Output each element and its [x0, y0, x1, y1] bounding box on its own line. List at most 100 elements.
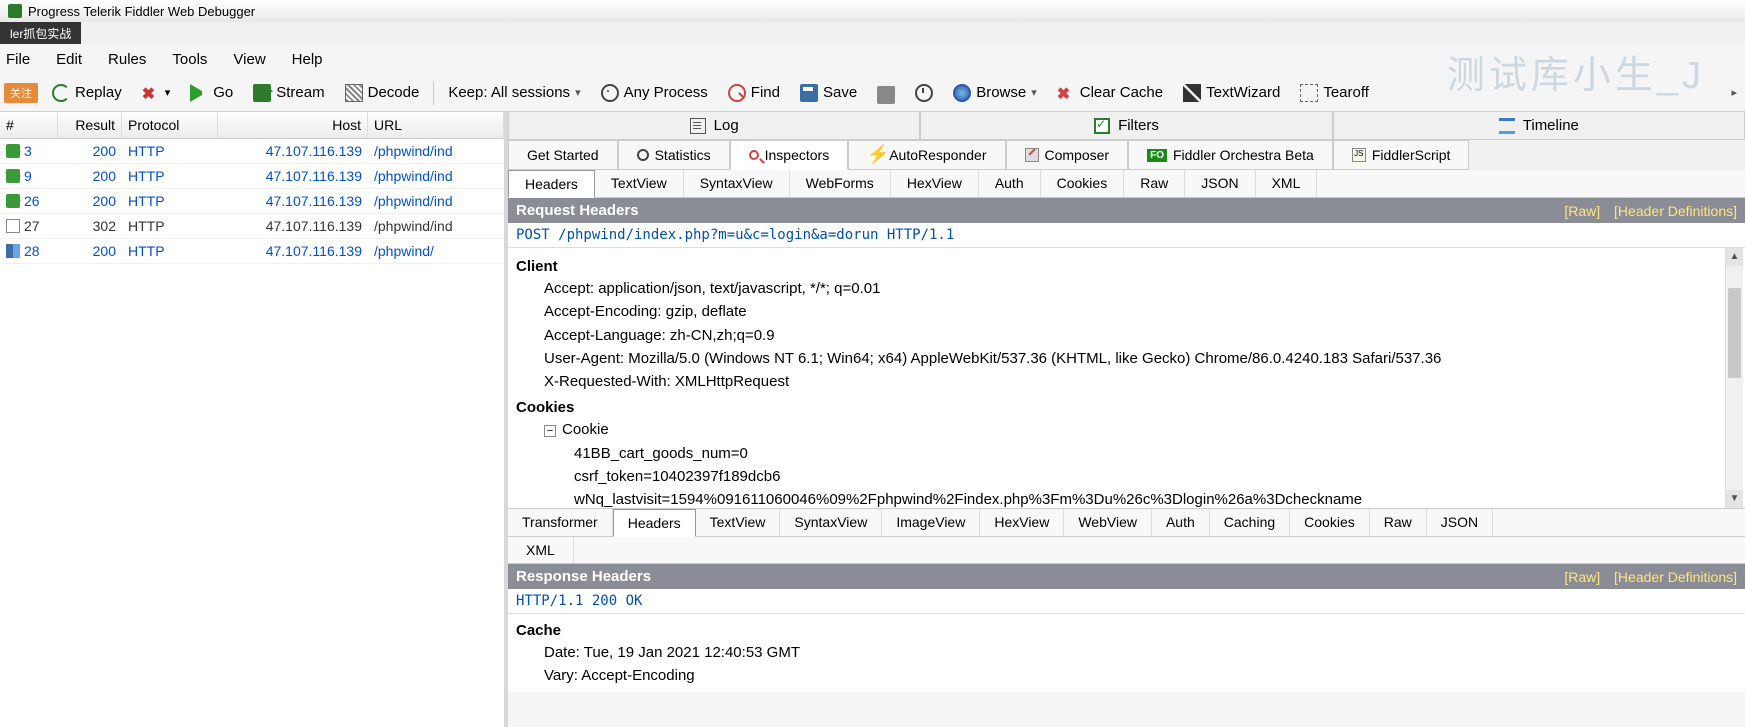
response-status-line: HTTP/1.1 200 OK [508, 589, 1745, 614]
req-tab-textview[interactable]: TextView [595, 170, 684, 197]
toolbar-overflow[interactable]: ▸ [1731, 86, 1737, 99]
raw-link[interactable]: [Raw] [1564, 203, 1600, 219]
tab-inspectors[interactable]: Inspectors [730, 140, 849, 170]
resp-tab-auth[interactable]: Auth [1152, 509, 1210, 536]
req-tab-cookies[interactable]: Cookies [1041, 170, 1125, 197]
decode-button[interactable]: Decode [339, 81, 426, 105]
response-headers-body[interactable]: Cache Date: Tue, 19 Jan 2021 12:40:53 GM… [508, 614, 1745, 692]
resp-header-line[interactable]: Vary: Accept-Encoding [516, 664, 1737, 687]
scroll-thumb[interactable] [1728, 288, 1741, 378]
stream-button[interactable]: Stream [247, 81, 330, 105]
tab-autoresponder[interactable]: ⚡AutoResponder [848, 140, 1005, 170]
cookie-node[interactable]: −Cookie [516, 418, 1737, 441]
resp-raw-link[interactable]: [Raw] [1564, 569, 1600, 585]
cookie-line[interactable]: 41BB_cart_goods_num=0 [516, 442, 1737, 465]
tab-log[interactable]: Log [508, 112, 920, 140]
col-url[interactable]: URL [368, 112, 504, 138]
resp-tab-xml[interactable]: XML [508, 537, 574, 563]
req-tab-json[interactable]: JSON [1185, 170, 1255, 197]
resp-tab-hexview[interactable]: HexView [980, 509, 1064, 536]
watermark-tab: ler抓包实战 [0, 22, 81, 44]
req-tab-raw[interactable]: Raw [1124, 170, 1185, 197]
replay-button[interactable]: Replay [46, 81, 128, 105]
attention-pill[interactable]: 关注 [4, 83, 38, 103]
menu-rules[interactable]: Rules [108, 51, 146, 68]
menu-tools[interactable]: Tools [172, 51, 207, 68]
textwizard-button[interactable]: TextWizard [1177, 81, 1286, 105]
session-row[interactable]: 26200HTTP47.107.116.139/phpwind/ind [0, 189, 504, 214]
menu-view[interactable]: View [233, 51, 265, 68]
decode-icon [345, 84, 363, 102]
mid-tabs: Get Started Statistics Inspectors ⚡AutoR… [508, 140, 1745, 170]
col-result[interactable]: Result [58, 112, 122, 138]
cookie-line[interactable]: csrf_token=10402397f189dcb6 [516, 465, 1737, 488]
tearoff-button[interactable]: Tearoff [1294, 81, 1375, 105]
composer-icon [1025, 148, 1039, 162]
session-row[interactable]: 27302HTTP47.107.116.139/phpwind/ind [0, 214, 504, 239]
req-tab-hexview[interactable]: HexView [891, 170, 979, 197]
tab-get-started[interactable]: Get Started [508, 140, 618, 170]
header-line[interactable]: X-Requested-With: XMLHttpRequest [516, 370, 1737, 393]
log-icon [690, 118, 706, 134]
camera-button[interactable] [871, 81, 901, 105]
session-row[interactable]: 3200HTTP47.107.116.139/phpwind/ind [0, 139, 504, 164]
resp-tab-raw[interactable]: Raw [1370, 509, 1427, 536]
response-tabs-row2: XML [508, 537, 1745, 564]
col-protocol[interactable]: Protocol [122, 112, 218, 138]
header-line[interactable]: Accept-Encoding: gzip, deflate [516, 300, 1737, 323]
menu-file[interactable]: File [6, 51, 30, 68]
tab-composer[interactable]: Composer [1006, 140, 1129, 170]
header-line[interactable]: User-Agent: Mozilla/5.0 (Windows NT 6.1;… [516, 347, 1737, 370]
header-line[interactable]: Accept: application/json, text/javascrip… [516, 277, 1737, 300]
app-icon [8, 4, 22, 18]
clear-cache-button[interactable]: ✖Clear Cache [1051, 81, 1169, 105]
tab-filters[interactable]: Filters [920, 112, 1332, 140]
resp-tab-webview[interactable]: WebView [1064, 509, 1152, 536]
browse-button[interactable]: Browse [947, 81, 1043, 105]
req-tab-xml[interactable]: XML [1256, 170, 1318, 197]
session-type-icon [6, 244, 20, 258]
header-line[interactable]: Accept-Language: zh-CN,zh;q=0.9 [516, 324, 1737, 347]
resp-header-defs-link[interactable]: [Header Definitions] [1614, 569, 1737, 585]
req-tab-headers[interactable]: Headers [508, 170, 595, 198]
req-tab-webforms[interactable]: WebForms [790, 170, 891, 197]
menu-edit[interactable]: Edit [56, 51, 82, 68]
header-defs-link[interactable]: [Header Definitions] [1614, 203, 1737, 219]
menu-help[interactable]: Help [292, 51, 323, 68]
any-process-button[interactable]: Any Process [595, 81, 714, 105]
find-button[interactable]: Find [722, 81, 786, 105]
grid-body[interactable]: 3200HTTP47.107.116.139/phpwind/ind9200HT… [0, 139, 504, 727]
keep-dropdown[interactable]: Keep: All sessions [442, 81, 586, 104]
cookie-line[interactable]: wNq_lastvisit=1594%091611060046%09%2Fphp… [516, 488, 1737, 508]
resp-tab-textview[interactable]: TextView [696, 509, 781, 536]
timer-button[interactable] [909, 81, 939, 105]
req-tab-syntaxview[interactable]: SyntaxView [684, 170, 790, 197]
scroll-up-icon[interactable]: ▲ [1726, 248, 1743, 266]
tab-fiddler-orchestra[interactable]: FOFiddler Orchestra Beta [1128, 140, 1333, 170]
remove-button[interactable]: ✖▾ [136, 81, 177, 105]
req-tab-auth[interactable]: Auth [979, 170, 1041, 197]
session-row[interactable]: 28200HTTP47.107.116.139/phpwind/ [0, 239, 504, 264]
scrollbar[interactable]: ▲ ▼ [1725, 248, 1743, 508]
tab-fiddlerscript[interactable]: JSFiddlerScript [1333, 140, 1470, 170]
resp-header-line[interactable]: Date: Tue, 19 Jan 2021 12:40:53 GMT [516, 641, 1737, 664]
resp-tab-syntaxview[interactable]: SyntaxView [780, 509, 882, 536]
session-type-icon [6, 194, 20, 208]
tab-statistics[interactable]: Statistics [618, 140, 730, 170]
tab-timeline[interactable]: Timeline [1333, 112, 1745, 140]
resp-tab-json[interactable]: JSON [1427, 509, 1493, 536]
resp-tab-caching[interactable]: Caching [1210, 509, 1290, 536]
resp-tab-imageview[interactable]: ImageView [882, 509, 980, 536]
stats-icon [637, 149, 649, 161]
collapse-icon[interactable]: − [544, 425, 556, 437]
save-button[interactable]: Save [794, 81, 863, 105]
resp-tab-cookies[interactable]: Cookies [1290, 509, 1370, 536]
request-headers-body[interactable]: Client Accept: application/json, text/ja… [508, 248, 1745, 508]
resp-tab-headers[interactable]: Headers [613, 509, 696, 537]
go-button[interactable]: Go [184, 81, 239, 105]
col-host[interactable]: Host [218, 112, 368, 138]
resp-tab-transformer[interactable]: Transformer [508, 509, 613, 536]
scroll-down-icon[interactable]: ▼ [1726, 490, 1743, 508]
col-num[interactable]: # [0, 112, 58, 138]
session-row[interactable]: 9200HTTP47.107.116.139/phpwind/ind [0, 164, 504, 189]
